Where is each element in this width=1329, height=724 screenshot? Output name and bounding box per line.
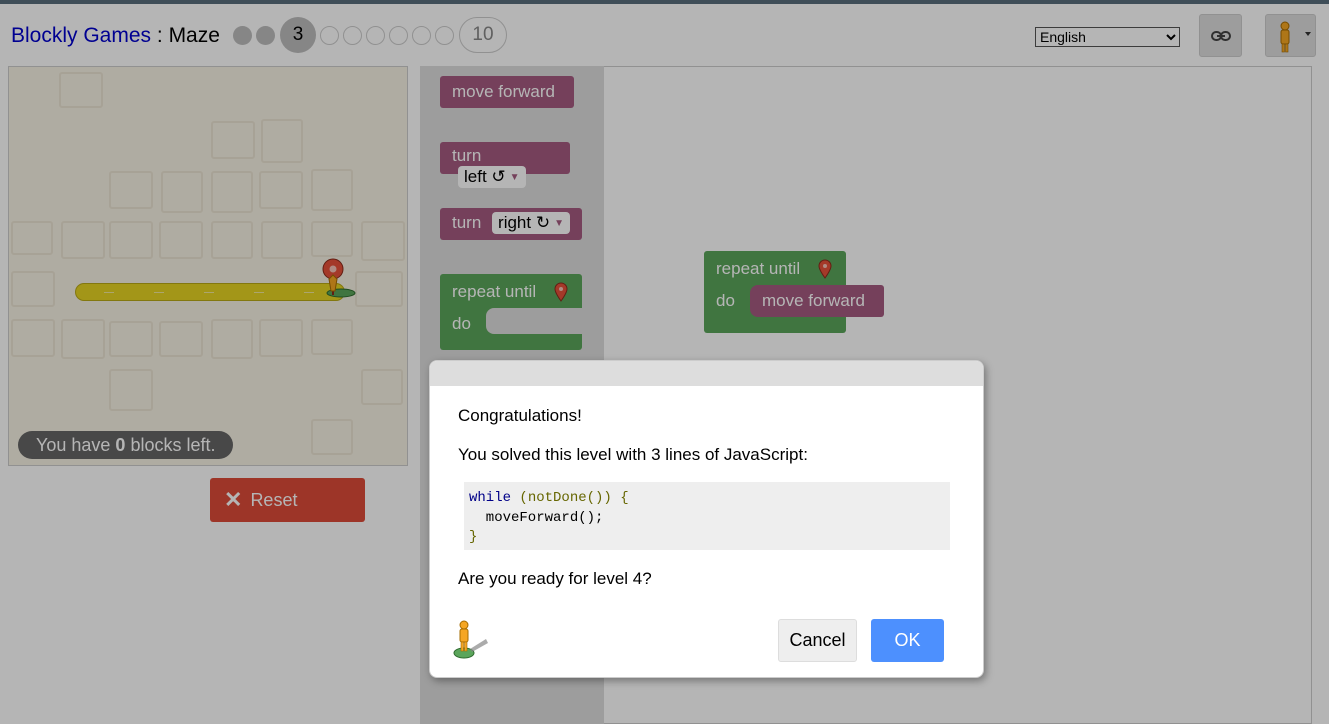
dialog-solved-text: You solved this level with 3 lines of Ja… bbox=[458, 445, 808, 464]
code-line-2: moveForward(); bbox=[469, 509, 604, 526]
cancel-button[interactable]: Cancel bbox=[778, 619, 857, 662]
code-snippet: while (notDone()) { moveForward(); } bbox=[464, 482, 950, 550]
dialog-ready-text: Are you ready for level 4? bbox=[458, 569, 652, 588]
code-keyword: while bbox=[469, 490, 512, 506]
pegman-icon bbox=[453, 620, 488, 659]
congratulations-dialog: Congratulations! You solved this level w… bbox=[429, 360, 984, 678]
dialog-header bbox=[430, 361, 983, 386]
ok-button[interactable]: OK bbox=[871, 619, 944, 662]
code-line-3: } bbox=[469, 529, 478, 545]
dialog-congrats: Congratulations! bbox=[458, 406, 582, 425]
code-line-1: (notDone()) { bbox=[511, 490, 629, 506]
